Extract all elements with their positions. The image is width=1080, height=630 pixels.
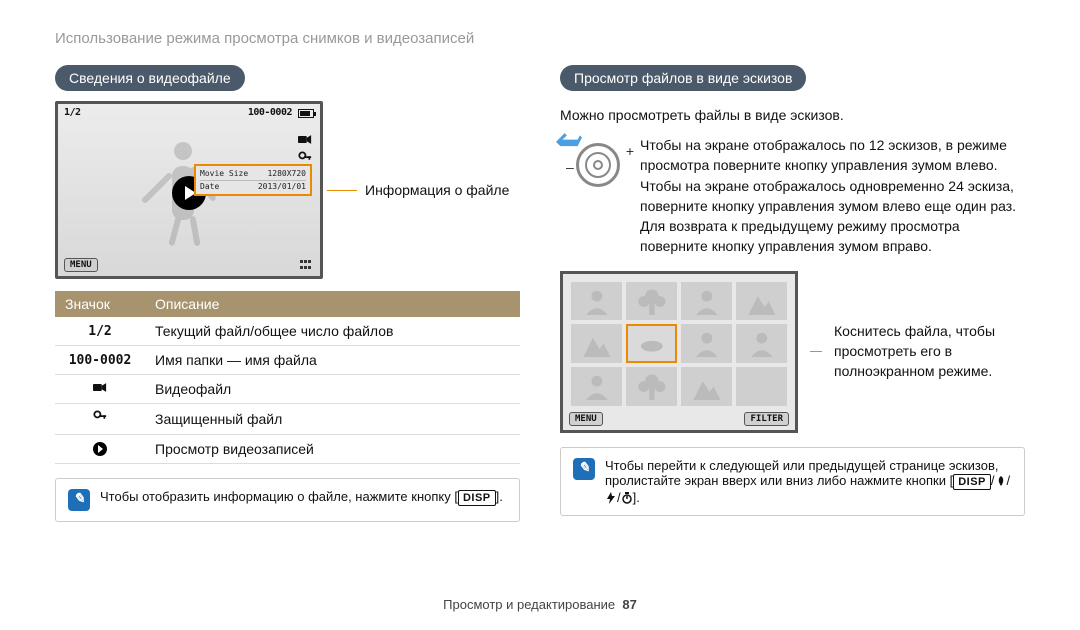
file-number: 100-0002: [248, 108, 292, 118]
thumbnail-item[interactable]: [571, 324, 622, 363]
callout-line: [810, 351, 822, 352]
thumbnail-tap-label: Коснитесь файла, чтобы просмотреть его в…: [834, 322, 1025, 381]
file-info-overlay: Movie Size1280X720 Date2013/01/01: [194, 164, 312, 196]
flash-icon: [605, 492, 617, 504]
file-counter: 1/2: [64, 108, 81, 118]
section-heading-video-info: Сведения о видеофайле: [55, 65, 245, 91]
thumbnail-item[interactable]: [626, 367, 677, 406]
thumbnail-item[interactable]: [736, 367, 787, 406]
table-row: Защищенный файл: [55, 404, 520, 435]
play-icon: [93, 442, 107, 456]
disp-button-label: DISP: [953, 474, 991, 490]
filter-button[interactable]: FILTER: [744, 412, 789, 426]
thumbnail-item[interactable]: [626, 282, 677, 321]
info-icon: ✎: [68, 489, 90, 511]
file-info-label: Информация о файле: [365, 182, 509, 198]
thumbnail-item[interactable]: [571, 367, 622, 406]
zoom-minus-label: –: [566, 159, 574, 175]
battery-icon: [298, 109, 314, 118]
menu-button[interactable]: MENU: [64, 258, 98, 272]
zoom-plus-label: +: [626, 143, 634, 159]
video-playback-screen: 1/2 100-0002 Movi: [55, 101, 323, 279]
thumbnail-item[interactable]: [736, 282, 787, 321]
zoom-dial-icon: – +: [560, 135, 626, 195]
disp-button-label: DISP: [458, 490, 496, 506]
table-head-desc: Описание: [145, 291, 520, 317]
thumbnails-subtitle: Можно просмотреть файлы в виде эскизов.: [560, 107, 1025, 123]
menu-button[interactable]: MENU: [569, 412, 603, 426]
thumbnail-item[interactable]: [681, 324, 732, 363]
table-row: Просмотр видеозаписей: [55, 435, 520, 464]
table-row: 1/2Текущий файл/общее число файлов: [55, 317, 520, 346]
breadcrumb: Использование режима просмотра снимков и…: [55, 30, 1025, 47]
note-box: ✎ Чтобы отобразить информацию о файле, н…: [55, 478, 520, 522]
zoom-instructions: Чтобы на экране отображалось по 12 эскиз…: [640, 135, 1025, 257]
table-row: Видеофайл: [55, 375, 520, 404]
thumbnail-item[interactable]: [681, 282, 732, 321]
thumbnail-item[interactable]: [681, 367, 732, 406]
macro-icon: [995, 475, 1007, 487]
thumbnail-view-icon[interactable]: [300, 260, 314, 270]
videocam-icon: [93, 382, 107, 393]
table-head-icon: Значок: [55, 291, 145, 317]
note-box: ✎ Чтобы перейти к следующей или предыдущ…: [560, 447, 1025, 516]
thumbnail-grid-screen: MENU FILTER: [560, 271, 798, 433]
key-icon: [93, 410, 107, 424]
info-icon: ✎: [573, 458, 595, 480]
icon-description-table: Значок Описание 1/2Текущий файл/общее чи…: [55, 291, 520, 464]
thumbnail-item[interactable]: [571, 282, 622, 321]
timer-icon: [621, 492, 633, 504]
callout-line: [327, 190, 357, 191]
thumbnail-item-selected[interactable]: [626, 324, 677, 363]
section-heading-thumbnails: Просмотр файлов в виде эскизов: [560, 65, 806, 91]
thumbnail-item[interactable]: [736, 324, 787, 363]
table-row: 100-0002Имя папки — имя файла: [55, 346, 520, 375]
page-footer: Просмотр и редактирование 87: [0, 597, 1080, 612]
